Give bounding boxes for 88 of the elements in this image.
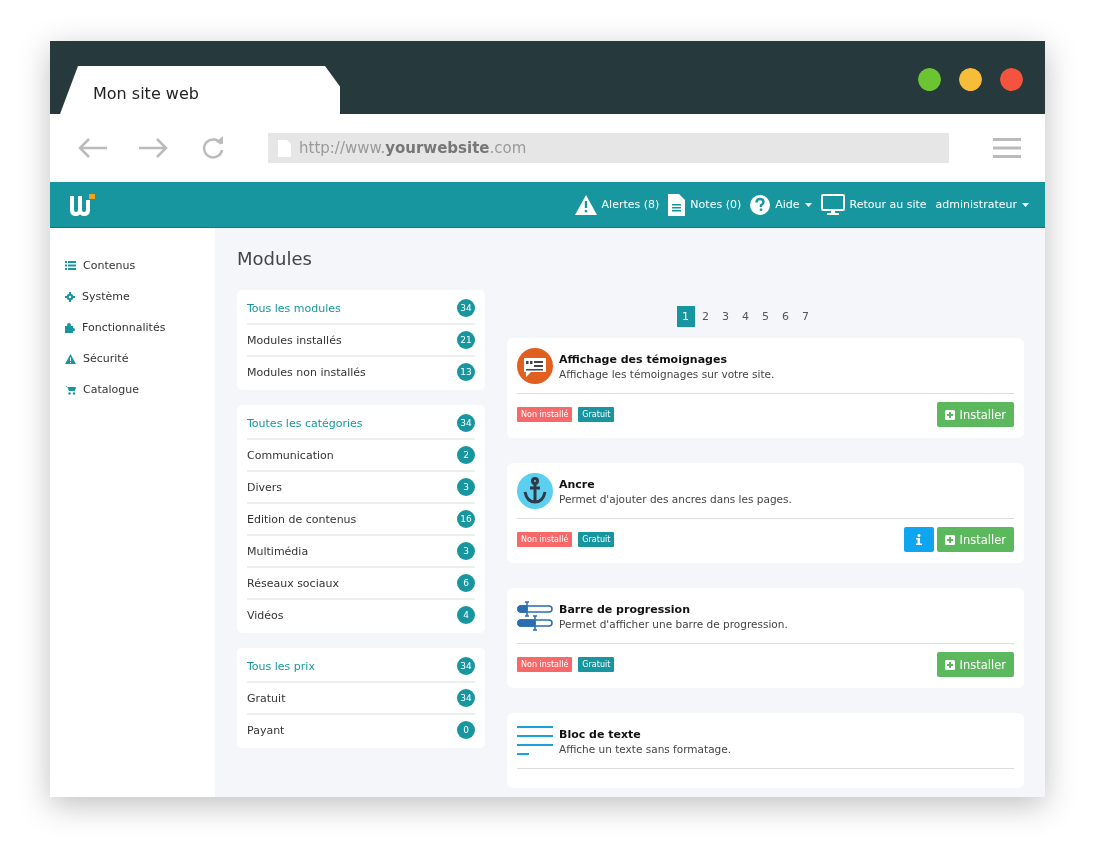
close-icon[interactable] (1000, 68, 1023, 91)
sidebar-item[interactable]: Contenus (50, 250, 215, 281)
speech-bubble-icon (517, 348, 553, 384)
filter-item[interactable]: Gratuit 34 (247, 683, 475, 715)
page-link[interactable]: 1 (676, 306, 695, 327)
logo-icon[interactable] (70, 193, 95, 216)
count-badge: 0 (457, 721, 475, 739)
price-tag: Gratuit (578, 407, 615, 422)
anchor-icon (517, 473, 553, 509)
cart-icon (65, 384, 76, 395)
filter-item[interactable]: Réseaux sociaux 6 (247, 568, 475, 600)
page-link[interactable]: 7 (796, 306, 815, 327)
module-title: Bloc de texte (559, 727, 642, 741)
count-badge: 34 (457, 299, 475, 317)
progress-bar-icon (517, 601, 553, 631)
plus-icon (944, 659, 955, 670)
filter-item[interactable]: Multimédia 3 (247, 536, 475, 568)
address-bar[interactable]: http://www.yourwebsite.com (268, 133, 949, 163)
sidebar-item[interactable]: Système (50, 281, 215, 312)
reload-icon[interactable] (201, 135, 225, 161)
page-link[interactable]: 6 (776, 306, 795, 327)
filter-item[interactable]: Divers 3 (247, 472, 475, 504)
puzzle-icon (65, 322, 75, 333)
header-link[interactable]: Retour au site (820, 193, 927, 216)
header-link[interactable]: Notes (0) (668, 193, 742, 216)
plus-icon (944, 409, 955, 420)
gear-icon (65, 291, 75, 302)
url-text: http://www.yourwebsite.com (299, 139, 527, 157)
filter-item[interactable]: Vidéos 4 (247, 600, 475, 630)
count-badge: 3 (457, 478, 475, 496)
count-badge: 4 (457, 606, 475, 624)
filter-item[interactable]: Tous les modules 34 (247, 293, 475, 325)
sidebar-item[interactable]: Catalogue (50, 374, 215, 405)
header-link[interactable]: Aide (750, 194, 812, 215)
module-title: Ancre (559, 477, 596, 491)
text-lines-icon (517, 725, 553, 757)
count-badge: 16 (457, 510, 475, 528)
back-arrow-icon[interactable] (78, 137, 108, 159)
module-description: Permet d'afficher une barre de progression. (559, 617, 788, 630)
warning-icon (65, 353, 76, 364)
module-description: Affichage les témoignages sur votre site. (559, 367, 775, 380)
page-link[interactable]: 3 (716, 306, 735, 327)
info-button[interactable] (903, 527, 934, 552)
filter-item[interactable]: Toutes les catégories 34 (247, 408, 475, 440)
plus-icon (944, 534, 955, 545)
document-icon (668, 193, 686, 216)
forward-arrow-icon[interactable] (138, 137, 168, 159)
filter-item[interactable]: Payant 0 (247, 715, 475, 745)
count-badge: 3 (457, 542, 475, 560)
count-badge: 34 (457, 689, 475, 707)
status-tag: Non installé (517, 657, 573, 672)
count-badge: 34 (457, 657, 475, 675)
menu-icon[interactable] (993, 138, 1021, 158)
price-tag: Gratuit (578, 657, 615, 672)
module-title: Affichage des témoignages (559, 352, 728, 366)
module-description: Affiche un texte sans formatage. (559, 742, 732, 755)
filter-item[interactable]: Modules non installés 13 (247, 357, 475, 387)
price-tag: Gratuit (578, 532, 615, 547)
filter-item[interactable]: Communication 2 (247, 440, 475, 472)
filter-item[interactable]: Modules installés 21 (247, 325, 475, 357)
count-badge: 13 (457, 363, 475, 381)
count-badge: 34 (457, 414, 475, 432)
filter-item[interactable]: Tous les prix 34 (247, 651, 475, 683)
count-badge: 2 (457, 446, 475, 464)
warning-icon (574, 194, 597, 215)
page-link[interactable]: 2 (696, 306, 715, 327)
help-icon (750, 194, 771, 215)
header-link[interactable]: Alertes (8) (574, 194, 660, 215)
count-badge: 21 (457, 331, 475, 349)
info-icon (915, 534, 922, 545)
monitor-icon (820, 193, 845, 216)
header-link[interactable]: administrateur (935, 198, 1029, 211)
sidebar-item[interactable]: Sécurité (50, 343, 215, 374)
page-link[interactable]: 5 (756, 306, 775, 327)
browser-tab[interactable]: Mon site web (60, 66, 340, 114)
page-icon (278, 139, 291, 157)
sidebar-item[interactable]: Fonctionnalités (50, 312, 215, 343)
count-badge: 6 (457, 574, 475, 592)
module-title: Barre de progression (559, 602, 691, 616)
maximize-icon[interactable] (918, 68, 941, 91)
status-tag: Non installé (517, 532, 573, 547)
minimize-icon[interactable] (959, 68, 982, 91)
module-description: Permet d'ajouter des ancres dans les pages. (559, 492, 792, 505)
list-icon (65, 261, 76, 270)
page-title: Modules (237, 248, 313, 269)
filter-item[interactable]: Edition de contenus 16 (247, 504, 475, 536)
status-tag: Non installé (517, 407, 573, 422)
page-link[interactable]: 4 (736, 306, 755, 327)
